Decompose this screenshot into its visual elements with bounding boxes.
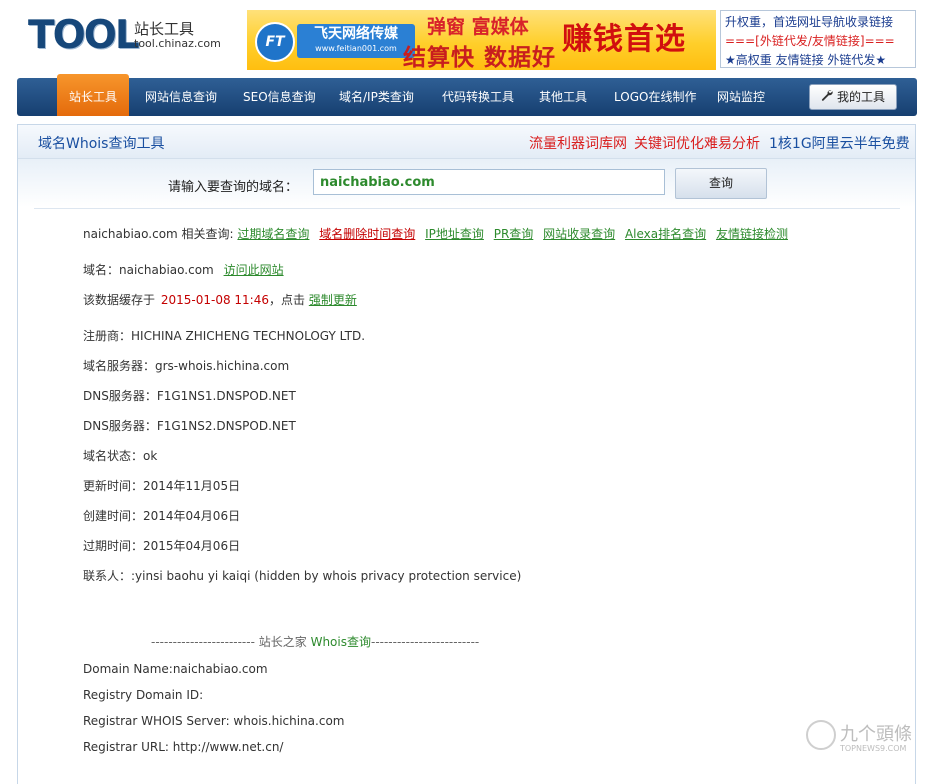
whois-raw-line: Registry Domain ID: — [83, 688, 204, 702]
field-registrar: 注册商：HICHINA ZHICHENG TECHNOLOGY LTD. — [83, 329, 366, 343]
text-ad-link-2[interactable]: ===[外链代发/友情链接]=== — [725, 32, 915, 51]
promo-link-traffic[interactable]: 流量利器词库网 — [529, 133, 627, 153]
related-link-index[interactable]: 网站收录查询 — [543, 227, 615, 241]
field-updated: 更新时间：2014年11月05日 — [83, 479, 241, 493]
search-label: 请输入要查询的域名： — [168, 180, 299, 195]
main-nav: 站长工具 网站信息查询 SEO信息查询 域名/IP类查询 代码转换工具 其他工具… — [17, 74, 917, 116]
force-update-link[interactable]: 强制更新 — [309, 293, 357, 307]
field-dns-2: DNS服务器：F1G1NS2.DNSPOD.NET — [83, 419, 296, 433]
query-button[interactable]: 查询 — [675, 168, 767, 199]
banner-brand: 飞天网络传媒 www.feitian001.com — [297, 24, 415, 58]
divider — [34, 208, 900, 209]
nav-item-webmaster-tools[interactable]: 站长工具 — [57, 74, 129, 116]
cache-middle: ，点击 — [268, 293, 305, 307]
ad-banner[interactable]: FT 飞天网络传媒 www.feitian001.com 弹窗 富媒体 结算快 … — [247, 10, 716, 70]
text-ad-link-1[interactable]: 升权重，首选网址导航收录链接 — [725, 13, 915, 32]
related-queries: naichabiao.com 相关查询: 过期域名查询 域名删除时间查询 IP地… — [83, 225, 794, 242]
related-link-delete-time[interactable]: 域名删除时间查询 — [319, 227, 415, 241]
promo-link-aliyun[interactable]: 1核1G阿里云半年免费 — [769, 133, 910, 153]
site-logo[interactable]: TOOL 站长工具 tool.chinaz.com — [28, 12, 228, 62]
whois-raw-line: Domain Name:naichabiao.com — [83, 662, 268, 676]
field-contact: 联系人：:yinsi baohu yi kaiqi (hidden by who… — [83, 569, 522, 583]
panel-title-bar: 域名Whois查询工具 流量利器词库网 关键词优化难易分析 1核1G阿里云半年免… — [18, 125, 915, 159]
divider-title: Whois查询 — [310, 635, 371, 649]
banner-brand-name: 飞天网络传媒 — [314, 26, 398, 42]
divider-right: ------------------------- — [370, 635, 480, 649]
whois-raw-line: Registrar WHOIS Server: whois.hichina.co… — [83, 714, 345, 728]
domain-label: 域名：naichabiao.com — [83, 263, 214, 277]
logo-url-text: tool.chinaz.com — [134, 37, 221, 50]
nav-item-other-tools[interactable]: 其他工具 — [539, 78, 587, 116]
whois-raw-line: Registrar URL: http://www.net.cn/ — [83, 740, 284, 754]
related-link-pr[interactable]: PR查询 — [494, 227, 534, 241]
nav-item-site-info[interactable]: 网站信息查询 — [145, 78, 217, 116]
search-area: 请输入要查询的域名： 查询 — [18, 159, 915, 207]
nav-item-seo-info[interactable]: SEO信息查询 — [243, 78, 316, 116]
my-tools-button[interactable]: 我的工具 — [809, 84, 897, 110]
promo-link-keyword[interactable]: 关键词优化难易分析 — [634, 133, 760, 153]
banner-line1: 弹窗 富媒体 — [427, 16, 529, 38]
field-status: 域名状态：ok — [83, 449, 158, 463]
whois-panel: 域名Whois查询工具 流量利器词库网 关键词优化难易分析 1核1G阿里云半年免… — [17, 124, 916, 784]
nav-item-site-monitor[interactable]: 网站监控 — [717, 78, 765, 116]
related-prefix: naichabiao.com 相关查询: — [83, 227, 234, 241]
field-created: 创建时间：2014年04月06日 — [83, 509, 241, 523]
related-link-expired-domain[interactable]: 过期域名查询 — [237, 227, 309, 241]
watermark: 九个頭條 TOPNEWS9.COM — [806, 718, 936, 764]
my-tools-label: 我的工具 — [836, 90, 885, 104]
banner-ft-icon: FT — [255, 22, 295, 62]
logo-cn-text: 站长工具 — [134, 20, 195, 38]
banner-brand-url: www.feitian001.com — [315, 44, 397, 53]
nav-item-domain-ip[interactable]: 域名/IP类查询 — [339, 78, 414, 116]
text-ad-link-3[interactable]: ★高权重 友情链接 外链代发★ — [725, 51, 915, 70]
banner-line2: 结算快 数据好 — [403, 45, 557, 70]
domain-line: 域名：naichabiao.com 访问此网站 — [83, 261, 284, 278]
related-link-ip[interactable]: IP地址查询 — [425, 227, 484, 241]
cache-time: 2015-01-08 11:46 — [160, 293, 269, 307]
nav-item-logo-maker[interactable]: LOGO在线制作 — [614, 78, 696, 116]
related-link-alexa[interactable]: Alexa排名查询 — [625, 227, 706, 241]
field-dns-1: DNS服务器：F1G1NS1.DNSPOD.NET — [83, 389, 296, 403]
nav-item-code-convert[interactable]: 代码转换工具 — [442, 78, 514, 116]
domain-search-input[interactable] — [313, 169, 665, 195]
watermark-cn: 九个頭條 — [840, 724, 912, 745]
related-link-friend-links[interactable]: 友情链接检测 — [716, 227, 788, 241]
page-title: 域名Whois查询工具 — [38, 136, 165, 152]
wrench-icon — [821, 86, 833, 110]
field-expires: 过期时间：2015年04月06日 — [83, 539, 241, 553]
logo-wordmark: TOOL — [28, 13, 140, 58]
cache-line: 该数据缓存于 2015-01-08 11:46，点击 强制更新 — [83, 291, 357, 308]
whois-section-divider: ------------------------ 站长之家 Whois查询---… — [151, 633, 479, 650]
watermark-logo-icon — [806, 720, 836, 750]
field-whois-server: 域名服务器：grs-whois.hichina.com — [83, 359, 290, 373]
visit-site-link[interactable]: 访问此网站 — [224, 263, 284, 277]
watermark-en: TOPNEWS9.COM — [840, 744, 907, 753]
banner-slogan: 赚钱首选 — [562, 22, 686, 57]
cache-prefix: 该数据缓存于 — [83, 293, 156, 307]
text-ad-box: 升权重，首选网址导航收录链接 ===[外链代发/友情链接]=== ★高权重 友情… — [720, 10, 916, 68]
divider-left: ------------------------ 站长之家 — [151, 635, 307, 649]
